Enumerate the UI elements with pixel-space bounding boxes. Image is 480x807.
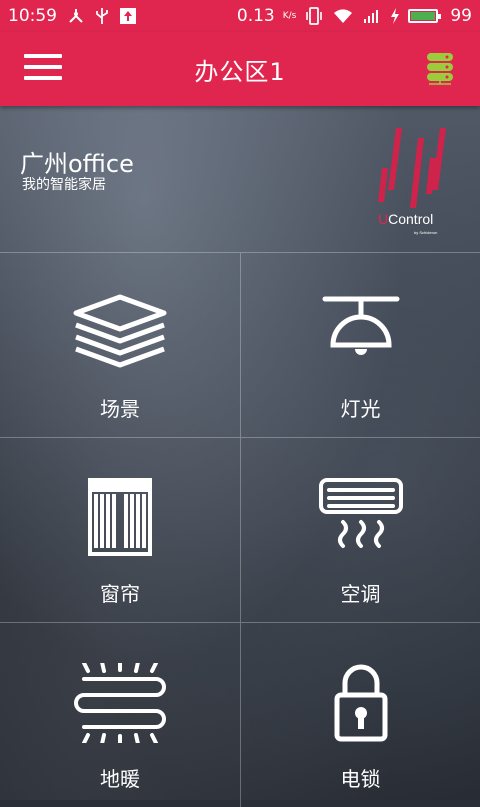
tile-label: 电锁 (340, 767, 381, 791)
page-title: 办公区1 (194, 57, 286, 86)
pendant-lamp-icon (322, 296, 400, 355)
padlock-icon (334, 664, 388, 742)
floor-heating-icon (74, 663, 166, 743)
share-icon (69, 9, 83, 23)
net-speed: 0.13 (236, 6, 275, 26)
vibrate-icon (306, 7, 323, 25)
tile-label: 地暖 (100, 767, 140, 791)
signal-4g-icon (364, 10, 379, 23)
status-time: 10:59 (8, 6, 57, 26)
tile-scene[interactable]: 场景 (0, 252, 240, 437)
hamburger-menu-icon[interactable] (24, 54, 62, 84)
charging-icon (391, 8, 400, 24)
tile-air-conditioner[interactable]: 空调 (240, 437, 480, 622)
air-conditioner-icon (319, 478, 403, 548)
svg-text:by Schiderun: by Schiderun (414, 230, 437, 235)
battery-icon (408, 9, 442, 23)
tile-floor-heating[interactable]: 地暖 (0, 622, 240, 807)
curtain-icon (88, 478, 152, 556)
upload-icon (120, 8, 136, 24)
status-bar: 10:59 0.13 K/s 99 (0, 0, 480, 32)
ucontrol-logo: UControl by Schiderun (378, 128, 446, 235)
tile-label: 窗帘 (100, 582, 140, 606)
device-grid: 场景 灯光 窗帘 空调 地暖 电锁 (0, 252, 480, 807)
scene-layers-icon (73, 294, 167, 368)
tile-electric-lock[interactable]: 电锁 (240, 622, 480, 807)
tile-lighting[interactable]: 灯光 (240, 252, 480, 437)
tile-label: 场景 (100, 397, 140, 421)
svg-text:UControl: UControl (378, 211, 433, 227)
usb-icon (96, 8, 108, 24)
tile-curtain[interactable]: 窗帘 (0, 437, 240, 622)
location-subtitle: 我的智能家居 (22, 177, 106, 193)
app-bar: 办公区1 (0, 32, 480, 106)
net-speed-unit: K/s (282, 11, 297, 21)
tile-label: 灯光 (340, 397, 381, 421)
server-icon[interactable] (426, 52, 454, 86)
battery-level: 99 (450, 6, 472, 26)
location-header: 广州office 我的智能家居 UControl by Schiderun (0, 106, 480, 252)
wifi-icon (334, 9, 353, 23)
tile-label: 空调 (340, 582, 381, 606)
